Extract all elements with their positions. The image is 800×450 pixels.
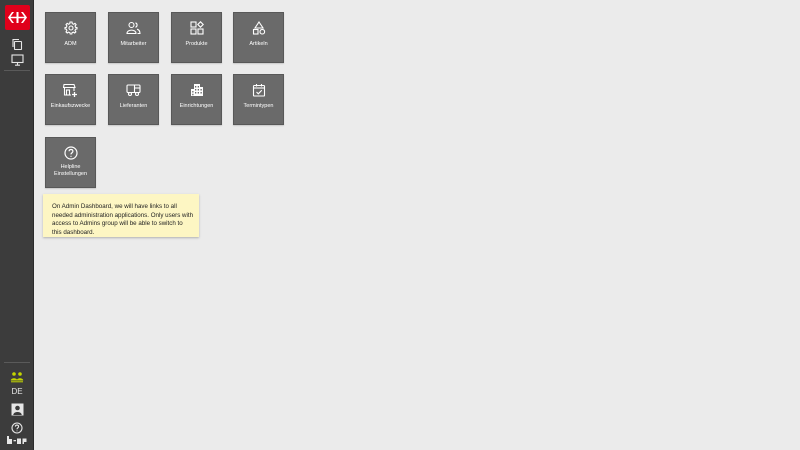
tile-label: Mitarbeiter xyxy=(120,41,147,47)
tile-artikeln[interactable]: Artikeln xyxy=(233,12,284,63)
tile-label: ADM xyxy=(64,41,77,47)
store-add-icon xyxy=(63,82,79,98)
brand-icon xyxy=(7,436,27,444)
help-circle-icon xyxy=(63,145,79,161)
shapes-icon xyxy=(189,20,205,36)
users-icon xyxy=(126,20,142,36)
tile-label: Lieferanten xyxy=(119,103,148,109)
tile-label: Einkaufszwecke xyxy=(50,103,91,109)
tile-label: Einrichtungen xyxy=(179,103,214,109)
tile-lieferanten[interactable]: Lieferanten xyxy=(108,74,159,125)
tile-produkte[interactable]: Produkte xyxy=(171,12,222,63)
group-icon[interactable] xyxy=(9,369,25,385)
tile-label: Termintypen xyxy=(243,103,274,109)
tile-termintypen[interactable]: Termintypen xyxy=(233,74,284,125)
tile-label: Artikeln xyxy=(249,41,268,47)
tile-mitarbeiter[interactable]: Mitarbeiter xyxy=(108,12,159,63)
language-switch[interactable]: DE xyxy=(0,387,34,396)
info-note: On Admin Dashboard, we will have links t… xyxy=(43,194,199,237)
gear-icon xyxy=(63,20,79,36)
user-card-icon[interactable] xyxy=(9,401,25,417)
monitor-icon[interactable] xyxy=(9,52,25,68)
sidebar-divider-bottom xyxy=(4,362,30,363)
tile-label: Produkte xyxy=(185,41,208,47)
tile-adm[interactable]: ADM xyxy=(45,12,96,63)
building-icon xyxy=(189,82,205,98)
tile-label: Helpline Einstellungen xyxy=(53,164,88,177)
triangle-icon xyxy=(251,20,267,36)
sbb-logo[interactable] xyxy=(5,5,30,30)
tile-helpline-einstellungen[interactable]: Helpline Einstellungen xyxy=(45,137,96,188)
tile-einrichtungen[interactable]: Einrichtungen xyxy=(171,74,222,125)
sidebar-divider-top xyxy=(4,70,30,71)
sidebar: DE xyxy=(0,0,34,450)
tile-einkaufszwecke[interactable]: Einkaufszwecke xyxy=(45,74,96,125)
copy-icon[interactable] xyxy=(9,36,25,52)
calendar-check-icon xyxy=(251,82,267,98)
help-icon[interactable] xyxy=(9,420,25,436)
truck-icon xyxy=(126,82,142,98)
